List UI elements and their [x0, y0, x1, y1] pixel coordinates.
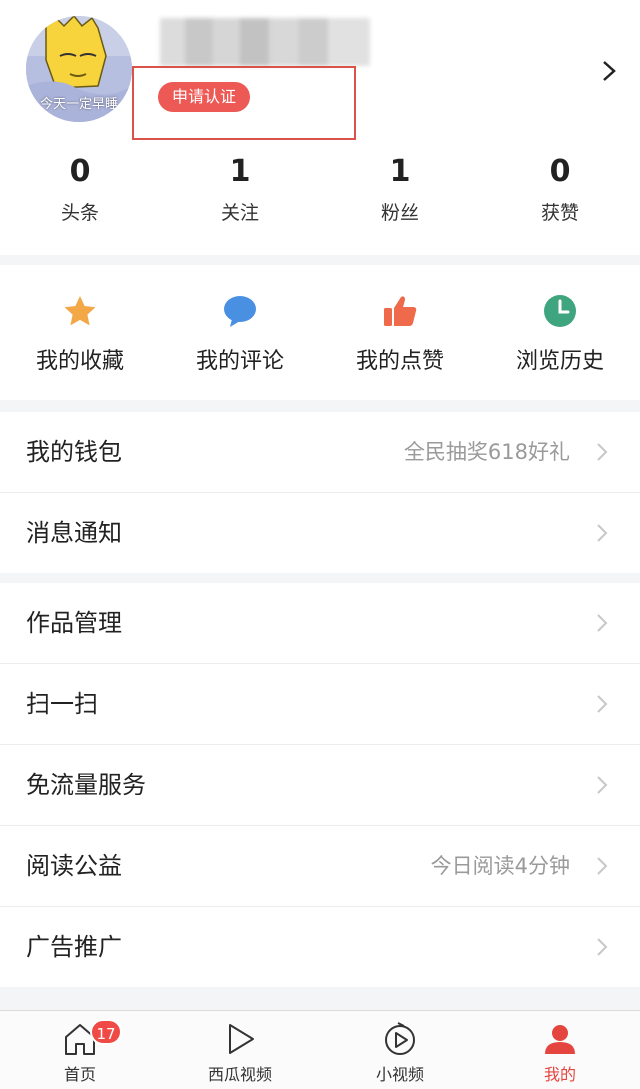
- chevron-right-icon: [597, 695, 608, 713]
- menu-item-notifications[interactable]: 消息通知: [0, 493, 640, 573]
- tab-home[interactable]: 17 首页: [0, 1011, 160, 1089]
- apply-verification-button[interactable]: 申请认证: [158, 82, 251, 112]
- quick-label: 浏览历史: [515, 349, 604, 374]
- stat-value: 0: [69, 154, 91, 189]
- stat-label: 粉丝: [380, 202, 419, 224]
- menu-item-hint: 今日阅读4分钟: [430, 854, 570, 878]
- short-video-icon: [385, 1022, 415, 1055]
- play-icon: [229, 1024, 254, 1054]
- user-icon: [545, 1025, 575, 1054]
- chevron-right-icon: [597, 524, 608, 542]
- menu-item-label: 我的钱包: [26, 438, 122, 466]
- profile-header: 今天一定早睡 申请认证 0 头条 1 关注 1 粉丝 0 获赞: [0, 0, 640, 255]
- star-icon: [64, 296, 96, 326]
- stat-label: 获赞: [540, 202, 579, 224]
- chevron-right-icon: [597, 776, 608, 794]
- tab-label: 小视频: [375, 1065, 424, 1084]
- stat-fans[interactable]: 1 粉丝: [320, 150, 480, 225]
- thumbs-up-icon: [384, 296, 417, 326]
- tab-label: 西瓜视频: [207, 1065, 272, 1084]
- quick-history[interactable]: 浏览历史: [480, 265, 640, 400]
- quick-comments[interactable]: 我的评论: [160, 265, 320, 400]
- menu-group-2: 作品管理 扫一扫 免流量服务 阅读公益 今日阅读4分钟 广告推广: [0, 583, 640, 987]
- menu-item-label: 广告推广: [26, 933, 122, 961]
- menu-item-reading-charity[interactable]: 阅读公益 今日阅读4分钟: [0, 826, 640, 907]
- clock-icon: [544, 295, 576, 327]
- avatar-caption: 今天一定早睡: [39, 97, 118, 112]
- menu-item-label: 消息通知: [26, 519, 122, 547]
- comment-icon: [224, 296, 256, 327]
- quick-label: 我的评论: [195, 349, 284, 374]
- menu-item-label: 免流量服务: [26, 771, 146, 799]
- chevron-right-icon[interactable]: [600, 60, 618, 82]
- chevron-right-icon: [597, 857, 608, 875]
- tab-label: 首页: [63, 1065, 96, 1084]
- stats-row: 0 头条 1 关注 1 粉丝 0 获赞: [0, 150, 640, 240]
- menu-item-free-data[interactable]: 免流量服务: [0, 745, 640, 826]
- menu-item-wallet[interactable]: 我的钱包 全民抽奖618好礼: [0, 412, 640, 493]
- quick-label: 我的点赞: [355, 349, 444, 374]
- stat-label: 关注: [220, 202, 259, 224]
- menu-item-hint: 全民抽奖618好礼: [403, 440, 570, 464]
- menu-item-works[interactable]: 作品管理: [0, 583, 640, 664]
- bottom-tab-bar: 17 首页 西瓜视频 小视频 我的: [0, 1010, 640, 1089]
- menu-item-scan[interactable]: 扫一扫: [0, 664, 640, 745]
- avatar[interactable]: 今天一定早睡: [26, 16, 132, 122]
- menu-group-1: 我的钱包 全民抽奖618好礼 消息通知: [0, 412, 640, 573]
- quick-favorites[interactable]: 我的收藏: [0, 265, 160, 400]
- stat-following[interactable]: 1 关注: [160, 150, 320, 225]
- tab-label: 我的: [543, 1065, 576, 1084]
- stat-likes[interactable]: 0 获赞: [480, 150, 640, 225]
- stat-posts[interactable]: 0 头条: [0, 150, 160, 225]
- tab-me[interactable]: 我的: [480, 1011, 640, 1089]
- stat-value: 0: [549, 154, 571, 189]
- menu-item-label: 扫一扫: [26, 690, 98, 718]
- stat-value: 1: [389, 154, 411, 189]
- stat-value: 1: [229, 154, 251, 189]
- menu-item-ads[interactable]: 广告推广: [0, 907, 640, 987]
- quick-label: 我的收藏: [35, 349, 124, 374]
- quick-actions: 我的收藏 我的评论 我的点赞 浏览历史: [0, 265, 640, 400]
- chevron-right-icon: [597, 938, 608, 956]
- tab-short-video[interactable]: 小视频: [320, 1011, 480, 1089]
- chevron-right-icon: [597, 614, 608, 632]
- chevron-right-icon: [597, 443, 608, 461]
- stat-label: 头条: [60, 202, 99, 224]
- tab-xigua-video[interactable]: 西瓜视频: [160, 1011, 320, 1089]
- menu-item-label: 阅读公益: [26, 852, 122, 880]
- username-blurred: [160, 18, 370, 66]
- menu-item-label: 作品管理: [26, 609, 122, 637]
- quick-likes[interactable]: 我的点赞: [320, 265, 480, 400]
- notification-badge: 17: [90, 1019, 122, 1045]
